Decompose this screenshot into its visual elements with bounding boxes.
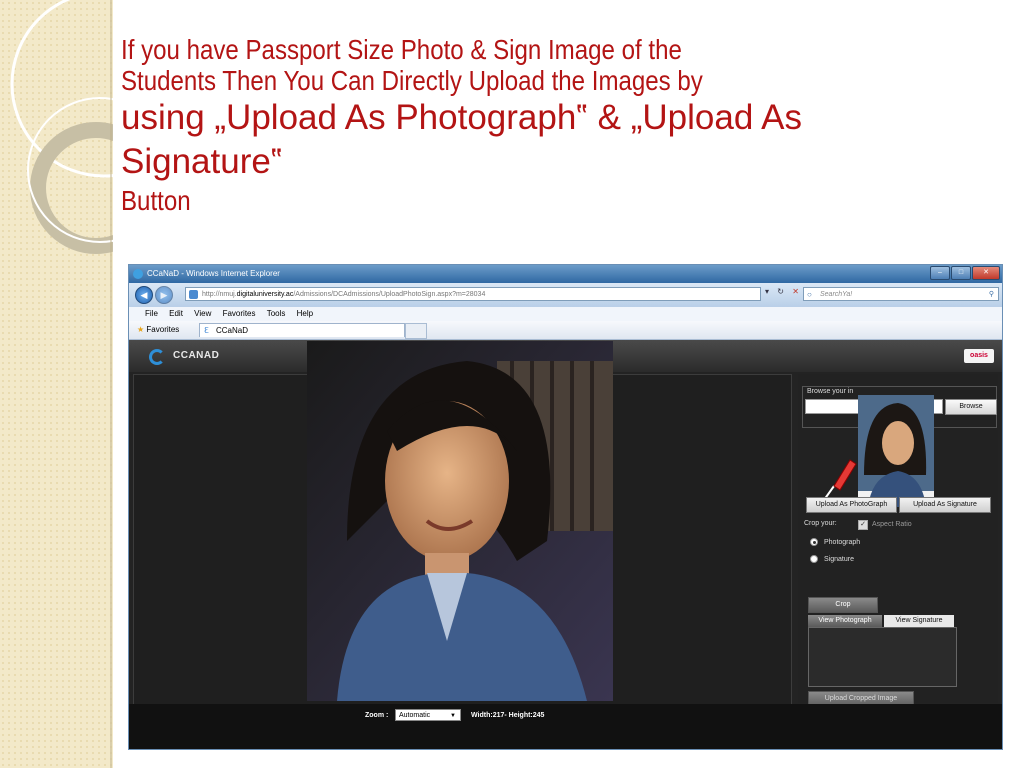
browser-window: CCaNaD - Windows Internet Explorer – □ ✕… [128,264,1003,750]
photograph-radio-label: Photograph [824,539,861,546]
title-line-5: Button [121,185,191,216]
signature-radio[interactable] [810,555,818,563]
search-placeholder: SearchYa! [820,291,853,298]
search-go-icon[interactable]: ⚲ [989,288,994,302]
tab-view-photograph[interactable]: View Photograph [808,615,882,627]
aspect-ratio-checkbox[interactable]: ✓ [858,520,868,530]
stop-icon[interactable]: ✕ [792,287,799,296]
uploaded-photo[interactable] [307,341,613,701]
back-icon[interactable]: ◀ [135,286,153,304]
zoom-label: Zoom : [365,712,389,719]
upload-as-signature-button[interactable]: Upload As Signature [899,497,991,513]
signature-radio-label: Signature [824,556,854,563]
favorites-button[interactable]: ★ Favorites [137,321,179,339]
window-controls: – □ ✕ [930,266,1000,280]
menu-bar: File Edit View Favorites Tools Help [129,307,1002,321]
address-tools: ▾ ↻ ✕ [765,287,799,296]
menu-help[interactable]: Help [297,309,313,318]
browse-button[interactable]: Browse [945,399,997,415]
page-content: CCANAD oasis Browse your in Browse Uploa… [129,340,1002,749]
tab-ccanad[interactable]: ℇ CCaNaD [199,323,405,337]
page-icon [189,290,198,299]
url-field[interactable]: http://nmuj.digitaluniversity.ac/Admissi… [185,287,761,301]
favorites-bar: ★ Favorites ℇ CCaNaD [129,321,1002,340]
forward-icon[interactable]: ▶ [155,286,173,304]
refresh-icon[interactable]: ↻ [777,287,784,296]
title-line-4: Signature‟ [121,142,283,181]
minimize-icon[interactable]: – [930,266,950,280]
menu-view[interactable]: View [194,309,211,318]
aspect-ratio-label: Aspect Ratio [872,521,912,528]
title-line-1: If you have Passport Size Photo & Sign I… [121,34,682,65]
image-dimensions: Width:217- Height:245 [471,712,545,719]
decorative-side-strip [0,0,113,768]
title-line-3: using „Upload As Photograph‟ & „Upload A… [121,98,802,137]
upload-panel: Browse your in Browse Upload As PhotoGra… [798,374,998,707]
menu-tools[interactable]: Tools [267,309,286,318]
ccanad-logo-icon [149,349,165,365]
star-icon: ★ [137,325,145,334]
url-prefix: http://nmuj. [202,291,237,298]
window-titlebar: CCaNaD - Windows Internet Explorer – □ ✕ [129,265,1002,283]
new-tab-button[interactable] [405,323,427,339]
zoom-bar: Zoom : Automatic ▼ Width:217- Height:245 [129,704,1002,749]
crop-label: Crop your: [804,520,837,527]
slide-title: If you have Passport Size Photo & Sign I… [121,34,1001,218]
address-bar: ◀ ▶ http://nmuj.digitaluniversity.ac/Adm… [129,283,1002,307]
zoom-value: Automatic [399,712,431,719]
url-domain: digitaluniversity.ac [236,291,294,298]
maximize-icon[interactable]: □ [951,266,971,280]
menu-edit[interactable]: Edit [169,309,183,318]
browse-label: Browse your in [807,388,854,395]
search-input[interactable]: ○ SearchYa! ⚲ [803,287,999,301]
photograph-radio[interactable] [810,538,818,546]
upload-as-photograph-button[interactable]: Upload As PhotoGraph [806,497,897,513]
dropdown-icon[interactable]: ▾ [765,287,769,296]
ie-tab-icon: ℇ [204,326,209,335]
zoom-select[interactable]: Automatic ▼ [395,709,461,721]
oasis-logo: oasis [964,349,994,363]
decorative-rings [10,0,113,768]
crop-button[interactable]: Crop [808,597,878,613]
photo-thumbnail [858,395,934,507]
ie-icon [133,269,143,279]
favorites-label: Favorites [146,325,180,334]
menu-file[interactable]: File [145,309,158,318]
app-logo-text: CCANAD [173,350,220,361]
chevron-down-icon: ▼ [450,713,456,719]
title-line-2: Students Then You Can Directly Upload th… [121,65,703,96]
tab-label: CCaNaD [216,326,249,335]
cropped-preview-box [808,627,957,687]
window-title: CCaNaD - Windows Internet Explorer [147,269,280,278]
close-icon[interactable]: ✕ [972,266,1000,280]
menu-favorites[interactable]: Favorites [223,309,256,318]
url-path: /Admissions/DCAdmissions/UploadPhotoSign… [293,291,486,298]
search-icon: ○ [807,290,812,299]
tab-view-signature[interactable]: View Signature [884,615,954,627]
